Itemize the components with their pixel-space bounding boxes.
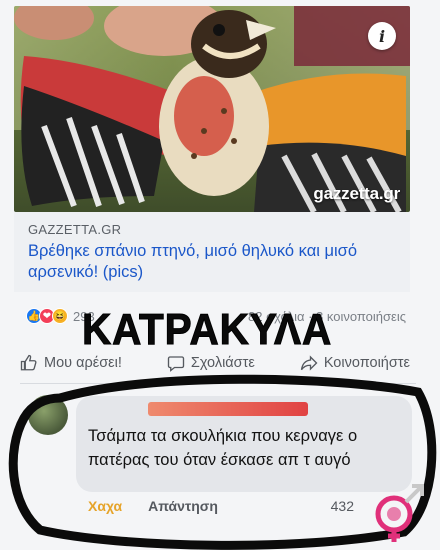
info-icon[interactable]: i [368,22,396,50]
commenter-avatar[interactable] [28,395,68,435]
comment-actions: Χαχα Απάντηση 432 [88,498,418,514]
share-button[interactable]: Κοινοποιήστε [300,354,410,372]
thumbs-up-icon [20,354,37,371]
watermark-logo-icon [375,484,424,542]
like-label: Μου αρέσει! [44,355,122,371]
bird-illustration [14,6,410,212]
image-watermark: gazzetta.gr [313,184,400,203]
like-button[interactable]: Μου αρέσει! [20,354,122,372]
link-preview-card[interactable]: GAZZETTA.GR Βρέθηκε σπάνιο πτηνό, μισό θ… [14,212,410,292]
link-headline[interactable]: Βρέθηκε σπάνιο πτηνό, μισό θηλυκό και μι… [28,241,396,283]
haha-icon: 😆 [52,308,68,324]
comment-reaction-count[interactable]: 432 [331,498,354,514]
comment-icon [167,356,185,372]
link-source: GAZZETTA.GR [28,222,122,237]
comment-bubble: Τσάμπα τα σκουλήκια που κερναγε ο πατέρα… [76,396,412,492]
section-divider [20,383,416,384]
article-image[interactable]: i gazzetta.gr [14,6,410,212]
share-icon [300,355,318,371]
post-actions: Μου αρέσει! Σχολιάστε Κοινοποιήστε [20,350,420,376]
commenter-name-redacted [148,402,308,416]
reply-button[interactable]: Απάντηση [148,498,218,514]
share-label: Κοινοποιήστε [323,355,410,371]
comment-reaction-button[interactable]: Χαχα [88,498,122,514]
comment-label: Σχολιάστε [190,355,255,371]
comment-button[interactable]: Σχολιάστε [167,354,255,372]
comment-text: Τσάμπα τα σκουλήκια που κερναγε ο πατέρα… [88,427,358,469]
reaction-icons[interactable]: 👍 ❤ 😆 [26,308,68,324]
